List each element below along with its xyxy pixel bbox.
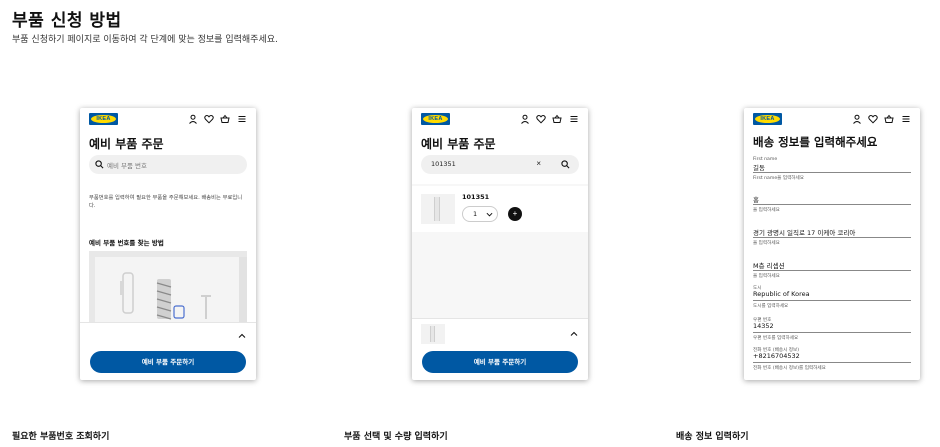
quantity-value: 1 xyxy=(473,210,478,218)
field-help: 을 입력하세요 xyxy=(753,241,780,246)
screenshot-step-1: IKEA 예비 부품 주문 예비 부품 번호 부품번호를 입력하여 필요한 부품… xyxy=(80,108,256,380)
field-value: M층 리셉션 xyxy=(753,262,785,270)
order-parts-button[interactable]: 예비 부품 주문하기 xyxy=(90,351,246,373)
field-value: 경기 광명시 일직로 17 이케아 코리아 xyxy=(753,229,856,237)
product-number: 101351 xyxy=(462,193,490,201)
product-image xyxy=(421,194,455,224)
field-value: 홍 xyxy=(753,196,759,204)
heart-icon[interactable] xyxy=(868,114,878,124)
screen-title: 예비 부품 주문 xyxy=(89,137,164,151)
howto-heading: 예비 부품 번호를 찾는 방법 xyxy=(89,239,164,247)
menu-icon[interactable] xyxy=(901,114,911,124)
search-input[interactable]: 101351 × xyxy=(421,155,579,174)
user-icon[interactable] xyxy=(852,114,862,124)
screen-description: 부품번호를 입력하여 필요한 부품을 주문해보세요. 배송비는 무료입니다. xyxy=(89,195,243,209)
basket-icon[interactable] xyxy=(552,114,562,124)
clear-icon[interactable]: × xyxy=(536,159,541,168)
page-title: 부품 신청 방법 xyxy=(12,11,122,31)
field-value: +8216704532 xyxy=(753,352,800,360)
menu-icon[interactable] xyxy=(237,114,247,124)
basket-icon[interactable] xyxy=(220,114,230,124)
field-value: Republic of Korea xyxy=(753,290,810,298)
search-icon xyxy=(95,160,104,169)
chevron-down-icon xyxy=(486,211,493,218)
order-parts-button[interactable]: 예비 부품 주문하기 xyxy=(422,351,578,373)
step-3-label: 배송 정보 입력하기 xyxy=(676,432,749,442)
field-help: 을 입력하세요 xyxy=(753,208,780,213)
field-help: First name을 입력하세요 xyxy=(753,176,804,181)
selected-product-thumbnail xyxy=(421,324,445,344)
user-icon[interactable] xyxy=(188,114,198,124)
field-help: 도시를 입력하세요 xyxy=(753,304,789,309)
field-value: 길동 xyxy=(753,164,765,172)
field-help: 우편 번호를 입력하세요 xyxy=(753,336,799,341)
field-help: 을 입력하세요 xyxy=(753,274,780,279)
search-icon[interactable] xyxy=(561,160,570,169)
screen-title: 예비 부품 주문 xyxy=(421,137,496,151)
chevron-up-icon[interactable] xyxy=(238,332,246,340)
ikea-logo[interactable]: IKEA xyxy=(421,113,450,125)
field-help: 전화 번호 (배송시 정보)를 입력하세요 xyxy=(753,366,826,371)
user-icon[interactable] xyxy=(520,114,530,124)
page-description: 부품 신청하기 페이지로 이동하여 각 단계에 맞는 정보를 입력해주세요. xyxy=(12,35,278,45)
basket-icon[interactable] xyxy=(884,114,894,124)
header: IKEA xyxy=(412,108,588,130)
search-placeholder: 예비 부품 번호 xyxy=(107,162,148,170)
add-to-cart-button[interactable]: + xyxy=(508,207,522,221)
field-value: 14352 xyxy=(753,322,774,330)
step-2-label: 부품 선택 및 수량 입력하기 xyxy=(344,432,448,442)
quantity-select[interactable]: 1 xyxy=(462,206,498,222)
howto-illustration xyxy=(89,251,247,323)
heart-icon[interactable] xyxy=(536,114,546,124)
chevron-up-icon[interactable] xyxy=(570,330,578,338)
ikea-logo[interactable]: IKEA xyxy=(89,113,118,125)
screenshot-step-2: IKEA 예비 부품 주문 101351 × 101351 1 + 예비 부품 … xyxy=(412,108,588,380)
screenshot-step-3: IKEA 배송 정보를 입력해주세요 First name 길동 First n… xyxy=(744,108,920,380)
menu-icon[interactable] xyxy=(569,114,579,124)
search-input[interactable]: 예비 부품 번호 xyxy=(89,155,247,174)
expand-bar[interactable] xyxy=(412,318,588,348)
screen-title: 배송 정보를 입력해주세요 xyxy=(753,135,878,149)
header: IKEA xyxy=(80,108,256,130)
heart-icon[interactable] xyxy=(204,114,214,124)
search-value: 101351 xyxy=(431,160,456,168)
header: IKEA xyxy=(744,108,920,130)
expand-bar[interactable] xyxy=(80,322,256,348)
step-1-label: 필요한 부품번호 조회하기 xyxy=(12,432,110,442)
ikea-logo[interactable]: IKEA xyxy=(753,113,782,125)
parts-illustration xyxy=(89,251,247,323)
